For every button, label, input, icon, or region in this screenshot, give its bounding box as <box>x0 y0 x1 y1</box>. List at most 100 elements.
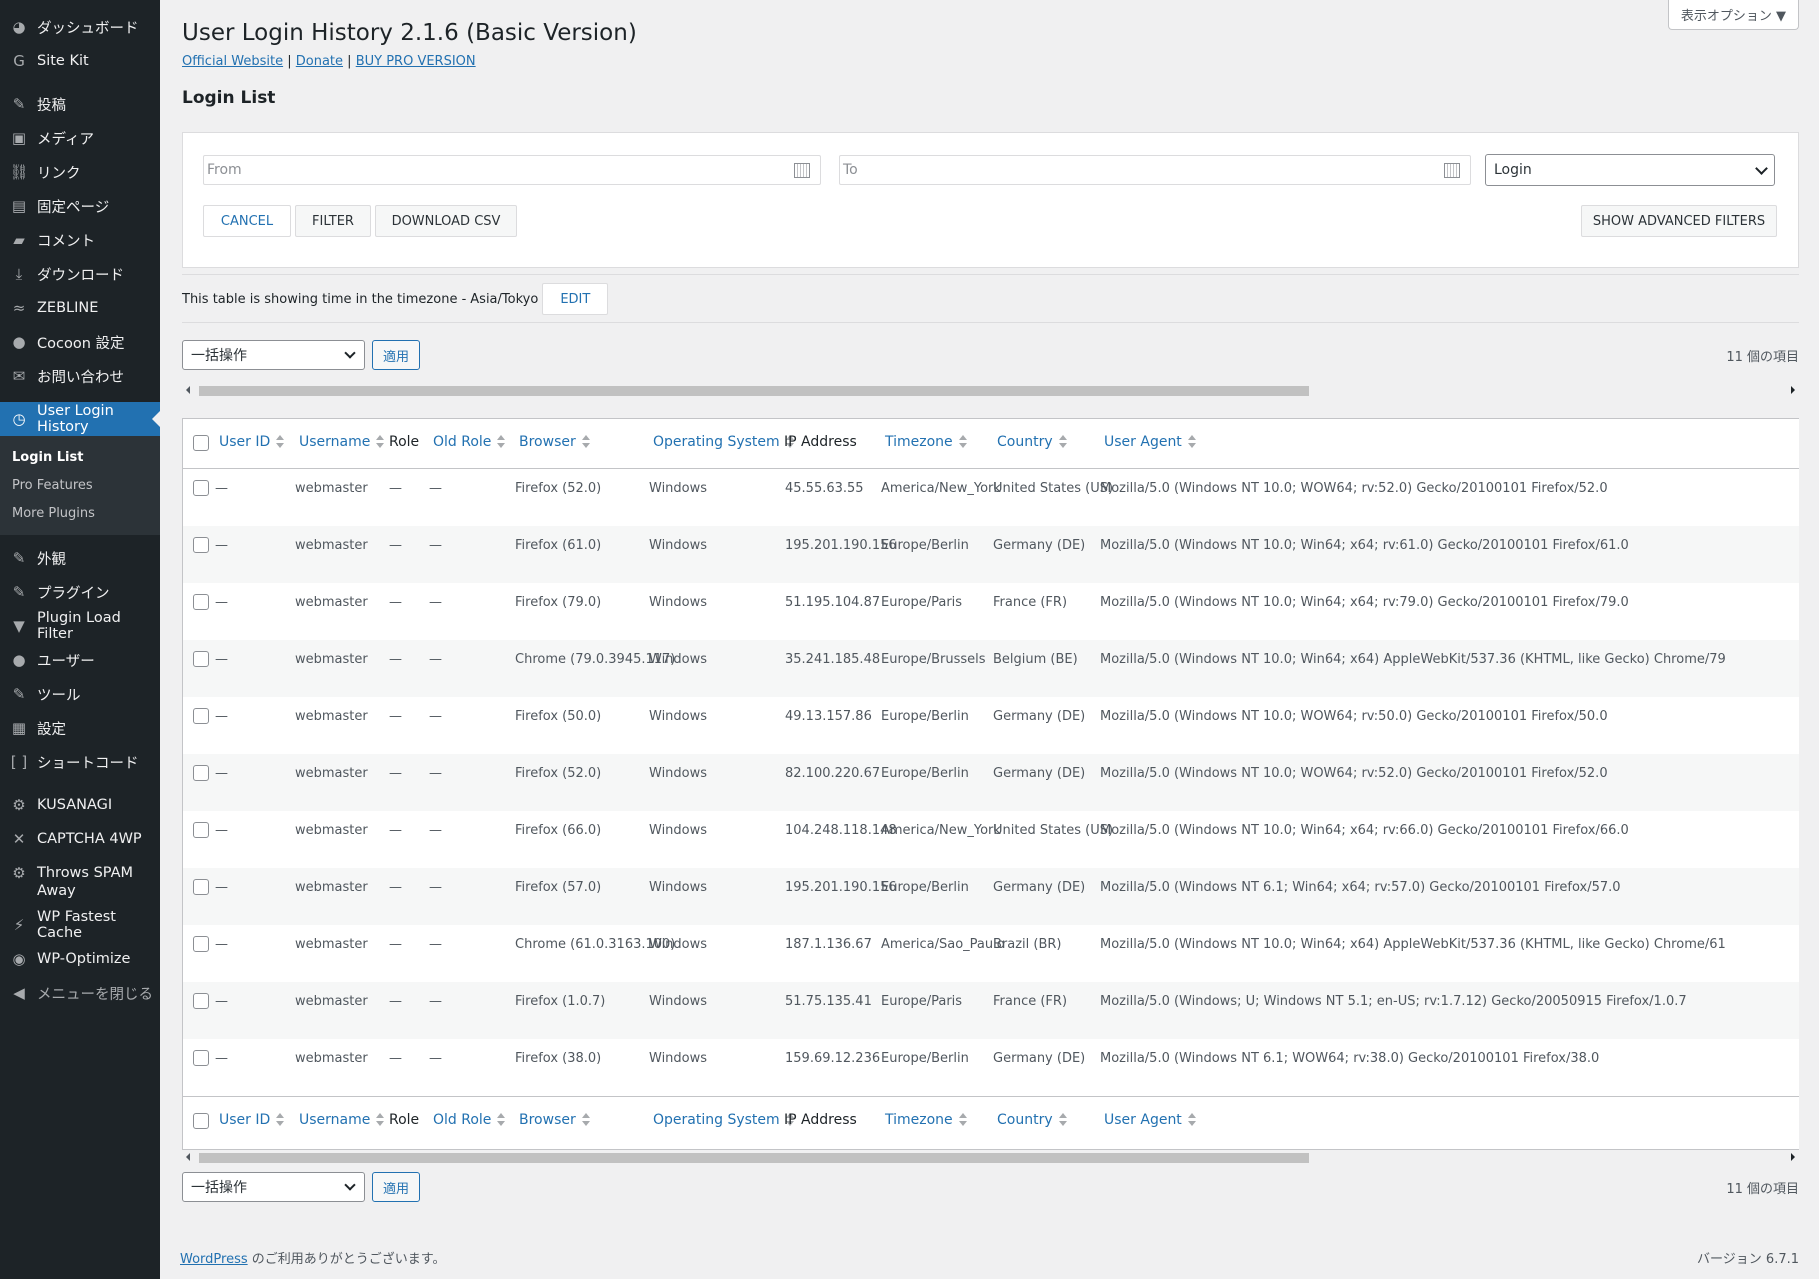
sort-arrows-icon[interactable] <box>497 435 506 449</box>
row-checkbox[interactable] <box>193 879 209 895</box>
sidebar-item-wp-fastest-cache[interactable]: ⚡ WP Fastest Cache <box>0 908 160 942</box>
sidebar-item-site-kit[interactable]: G Site Kit <box>0 44 160 78</box>
official-website-link[interactable]: Official Website <box>182 54 283 69</box>
sidebar-item-item-items2-1[interactable]: ✎ プラグイン <box>0 575 160 609</box>
sidebar-item-item-items-10[interactable]: ✉ お問い合わせ <box>0 359 160 393</box>
column-timezone-footer[interactable]: Timezone <box>885 1112 967 1128</box>
scrollbar-thumb[interactable] <box>199 1153 1309 1163</box>
column-ip-footer: IP Address <box>784 1112 857 1128</box>
wordpress-link[interactable]: WordPress <box>180 1252 248 1267</box>
login-type-select[interactable]: Login <box>1485 154 1775 186</box>
scroll-left-icon[interactable] <box>186 386 190 394</box>
column-country-footer[interactable]: Country <box>997 1112 1067 1128</box>
column-user-id-footer[interactable]: User ID <box>219 1112 285 1128</box>
submenu-item[interactable]: Login List <box>0 443 160 471</box>
sort-arrows-icon[interactable] <box>276 435 285 449</box>
column-country-header[interactable]: Country <box>997 434 1067 450</box>
scroll-right-icon[interactable] <box>1791 1153 1795 1161</box>
buy-pro-link[interactable]: BUY PRO VERSION <box>356 54 476 69</box>
cancel-button[interactable]: CANCEL <box>203 205 291 237</box>
sort-arrows-icon[interactable] <box>376 1113 385 1127</box>
sort-arrows-icon[interactable] <box>497 1113 506 1127</box>
select-all-checkbox[interactable] <box>193 435 209 451</box>
sidebar-item-item-items2-3[interactable]: ● ユーザー <box>0 643 160 677</box>
show-advanced-filters-button[interactable]: SHOW ADVANCED FILTERS <box>1581 205 1777 237</box>
sidebar-item-user-login-history[interactable]: ◷ User Login History <box>0 402 160 436</box>
sidebar-item-kusanagi[interactable]: ⚙ KUSANAGI <box>0 788 160 822</box>
sidebar-item-item-items2-5[interactable]: ▦ 設定 <box>0 711 160 745</box>
row-checkbox[interactable] <box>193 651 209 667</box>
horizontal-scrollbar[interactable] <box>182 382 1799 399</box>
horizontal-scrollbar[interactable] <box>182 1149 1799 1166</box>
submenu-item[interactable]: Pro Features <box>0 471 160 499</box>
row-checkbox[interactable] <box>193 1050 209 1066</box>
filter-button[interactable]: FILTER <box>295 205 371 237</box>
to-date-input[interactable]: To <box>839 155 1471 185</box>
screen-options-button[interactable]: 表示オプション ▼ <box>1667 0 1799 30</box>
sidebar-item-item-items-3[interactable]: ▣ メディア <box>0 121 160 155</box>
sidebar-item-item-items-6[interactable]: ▰ コメント <box>0 223 160 257</box>
sidebar-item-item-items-0[interactable]: ◕ ダッシュボード <box>0 10 160 44</box>
sidebar-item-cocoon[interactable]: ● Cocoon 設定 <box>0 325 160 359</box>
column-username-header[interactable]: Username <box>299 434 385 450</box>
download-csv-button[interactable]: DOWNLOAD CSV <box>375 205 517 237</box>
bulk-action-select[interactable]: 一括操作 <box>182 1172 365 1202</box>
column-timezone-header[interactable]: Timezone <box>885 434 967 450</box>
column-user-agent-footer[interactable]: User Agent <box>1104 1112 1196 1128</box>
sort-arrows-icon[interactable] <box>1058 435 1067 449</box>
sort-arrows-icon[interactable] <box>1187 435 1196 449</box>
sidebar-item-item-items3-5[interactable]: ◀ メニューを閉じる <box>0 976 160 1010</box>
column-username-footer[interactable]: Username <box>299 1112 385 1128</box>
scroll-left-icon[interactable] <box>186 1153 190 1161</box>
edit-timezone-button[interactable]: EDIT <box>542 283 609 315</box>
scrollbar-thumb[interactable] <box>199 386 1309 396</box>
sidebar-item-item-items2-6[interactable]: [ ] ショートコード <box>0 745 160 779</box>
row-checkbox[interactable] <box>193 594 209 610</box>
sidebar-item-throws-spam-away[interactable]: ⚙ Throws SPAM Away <box>0 856 160 908</box>
bulk-action-select[interactable]: 一括操作 <box>182 340 365 370</box>
apply-button[interactable]: 適用 <box>372 340 420 370</box>
sidebar-item-item-items-4[interactable]: ⛓ リンク <box>0 155 160 189</box>
sort-arrows-icon[interactable] <box>958 435 967 449</box>
column-browser-header[interactable]: Browser <box>519 434 590 450</box>
sidebar-item-plugin-load-filter[interactable]: ▼ Plugin Load Filter <box>0 609 160 643</box>
column-old-role-header[interactable]: Old Role <box>433 434 506 450</box>
column-os-footer[interactable]: Operating System <box>653 1112 794 1128</box>
sidebar-item-wp-optimize[interactable]: ◉ WP-Optimize <box>0 942 160 976</box>
sort-arrows-icon[interactable] <box>1058 1113 1067 1127</box>
row-checkbox[interactable] <box>193 765 209 781</box>
sidebar-item-captcha-4wp[interactable]: ✕ CAPTCHA 4WP <box>0 822 160 856</box>
submenu-item[interactable]: More Plugins <box>0 499 160 527</box>
row-checkbox[interactable] <box>193 822 209 838</box>
sidebar-item-item-items2-0[interactable]: ✎ 外観 <box>0 541 160 575</box>
cell-country: Belgium (BE) <box>993 652 1078 667</box>
donate-link[interactable]: Donate <box>296 54 343 69</box>
select-all-checkbox[interactable] <box>193 1113 209 1129</box>
sort-arrows-icon[interactable] <box>376 435 385 449</box>
sort-arrows-icon[interactable] <box>581 435 590 449</box>
sort-arrows-icon[interactable] <box>958 1113 967 1127</box>
row-checkbox[interactable] <box>193 708 209 724</box>
column-old-role-footer[interactable]: Old Role <box>433 1112 506 1128</box>
sort-arrows-icon[interactable] <box>581 1113 590 1127</box>
row-checkbox[interactable] <box>193 993 209 1009</box>
sidebar-item-zebline[interactable]: ≈ ZEBLINE <box>0 291 160 325</box>
calendar-icon[interactable] <box>1444 163 1460 178</box>
sidebar-item-item-items-7[interactable]: ⤓ ダウンロード <box>0 257 160 291</box>
row-checkbox[interactable] <box>193 480 209 496</box>
calendar-icon[interactable] <box>794 163 810 178</box>
row-checkbox[interactable] <box>193 537 209 553</box>
column-os-header[interactable]: Operating System <box>653 434 794 450</box>
apply-button[interactable]: 適用 <box>372 1172 420 1202</box>
column-browser-footer[interactable]: Browser <box>519 1112 590 1128</box>
sidebar-item-item-items2-4[interactable]: ✎ ツール <box>0 677 160 711</box>
from-date-input[interactable]: From <box>203 155 821 185</box>
column-user-agent-header[interactable]: User Agent <box>1104 434 1196 450</box>
sidebar-item-item-items-5[interactable]: ▤ 固定ページ <box>0 189 160 223</box>
row-checkbox[interactable] <box>193 936 209 952</box>
scroll-right-icon[interactable] <box>1791 386 1795 394</box>
sort-arrows-icon[interactable] <box>276 1113 285 1127</box>
column-user-id-header[interactable]: User ID <box>219 434 285 450</box>
sidebar-item-item-items-2[interactable]: ✎ 投稿 <box>0 87 160 121</box>
sort-arrows-icon[interactable] <box>1187 1113 1196 1127</box>
